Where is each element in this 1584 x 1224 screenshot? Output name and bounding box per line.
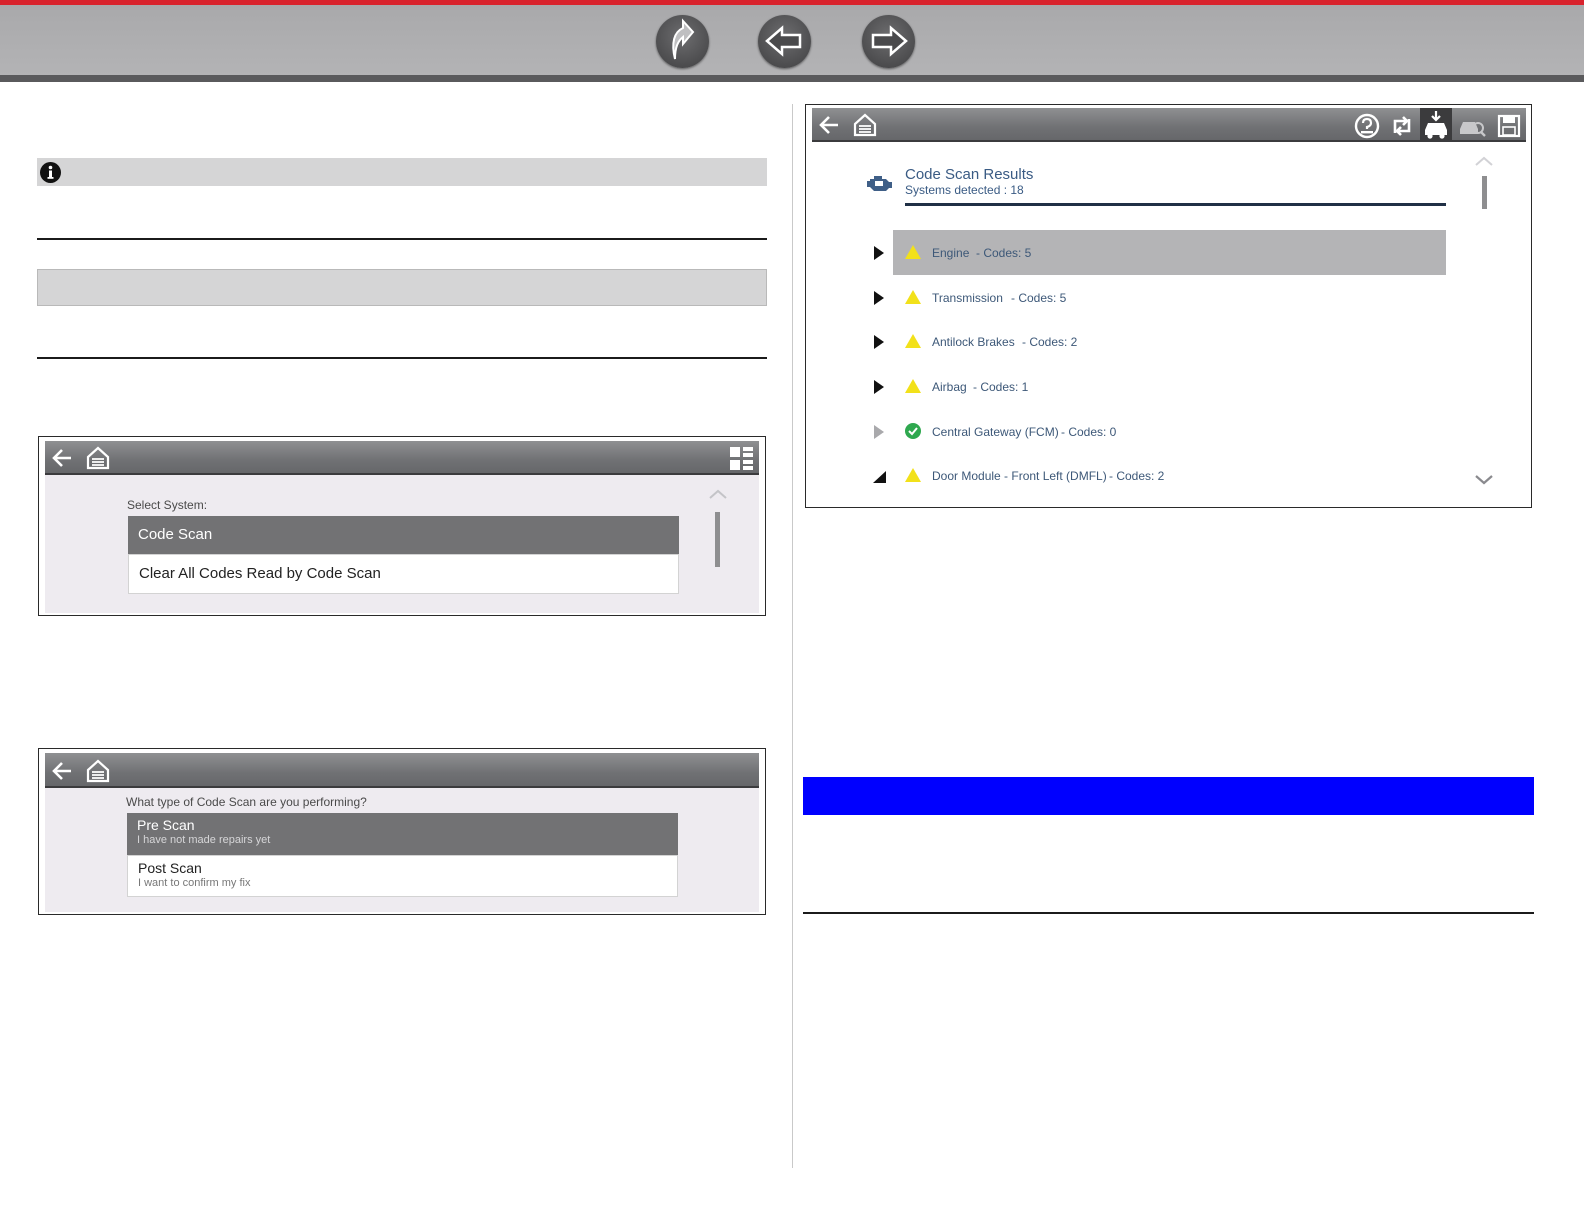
check-circle-icon [904,422,922,444]
vehicle-scan-icon[interactable] [1420,108,1452,142]
code-count: - Codes: 2 [1022,335,1078,349]
warning-icon [904,333,922,353]
system-name: Central Gateway (FCM) [932,425,1059,439]
manual-page: Select System: Code Scan Clear All Codes… [0,0,1584,1224]
system-name: Antilock Brakes [932,335,1015,349]
warning-icon [904,467,922,487]
menu-item-subtitle: I have not made repairs yet [137,834,271,846]
divider [37,238,767,240]
warning-icon [904,378,922,398]
home-icon[interactable] [85,445,111,475]
column-separator [792,104,793,1168]
menu-item-pre-scan[interactable]: Pre Scan I have not made repairs yet [127,813,678,855]
expand-arrow-icon[interactable] [873,424,885,444]
help-icon[interactable] [1353,112,1381,144]
refresh-icon[interactable] [1389,113,1415,143]
menu-item-title: Pre Scan [137,817,195,833]
app-toolbar [45,753,759,788]
grid-view-icon[interactable] [729,446,755,476]
scan-type-question: What type of Code Scan are you performin… [126,795,367,809]
app-toolbar [812,108,1526,142]
select-system-label: Select System: [127,498,208,512]
back-icon[interactable] [51,760,75,786]
vehicle-search-icon[interactable] [1458,113,1486,143]
menu-item-post-scan[interactable]: Post Scan I want to confirm my fix [127,855,678,897]
expand-arrow-icon[interactable] [873,334,885,354]
code-count: - Codes: 5 [1011,291,1067,305]
scroll-down-icon[interactable] [1474,472,1494,491]
expand-arrow-icon[interactable] [873,245,885,265]
results-subtitle: Systems detected : 18 [905,183,1024,197]
code-count: - Codes: 2 [1109,469,1165,483]
save-icon[interactable] [1496,113,1522,143]
warning-icon [904,244,922,264]
note-bar [37,158,767,186]
top-nav-bar [0,0,1584,82]
menu-item-title: Post Scan [138,860,202,876]
results-title: Code Scan Results [905,166,1034,183]
scan-type-screenshot: What type of Code Scan are you performin… [38,748,766,915]
expand-arrow-icon[interactable] [873,290,885,310]
scroll-up-icon[interactable] [1474,152,1494,171]
warning-icon [904,289,922,309]
divider [803,912,1534,914]
back-arrow-icon[interactable] [758,15,811,68]
system-name: Airbag [932,380,967,394]
system-name: Door Module - Front Left (DMFL) [932,469,1107,483]
home-icon[interactable] [852,112,878,142]
code-count: - Codes: 0 [1061,425,1117,439]
app-toolbar [45,441,759,475]
collapse-arrow-icon[interactable] [872,469,887,488]
table-header-bar [37,269,767,306]
home-icon[interactable] [85,758,111,788]
back-icon[interactable] [818,114,842,140]
system-name: Engine [932,246,970,260]
expand-arrow-icon[interactable] [873,379,885,399]
code-count: - Codes: 5 [976,246,1032,260]
scroll-up-icon[interactable] [708,485,728,504]
code-scan-results-screenshot: Code Scan Results Systems detected : 18 … [805,104,1532,508]
section-banner [803,777,1534,815]
menu-item-subtitle: I want to confirm my fix [138,877,251,889]
select-system-screenshot: Select System: Code Scan Clear All Codes… [38,436,766,616]
engine-icon [866,171,894,199]
scrollbar[interactable] [1482,176,1487,209]
forward-arrow-icon[interactable] [862,15,915,68]
divider [37,357,767,359]
menu-item-clear-codes[interactable]: Clear All Codes Read by Code Scan [128,554,679,594]
menu-item-code-scan[interactable]: Code Scan [128,516,679,554]
results-underline [905,203,1446,206]
up-arrow-icon[interactable] [656,15,709,68]
system-name: Transmission [932,291,1003,305]
scrollbar[interactable] [715,512,720,567]
code-count: - Codes: 1 [973,380,1029,394]
back-icon[interactable] [51,447,75,473]
info-icon [39,161,62,188]
